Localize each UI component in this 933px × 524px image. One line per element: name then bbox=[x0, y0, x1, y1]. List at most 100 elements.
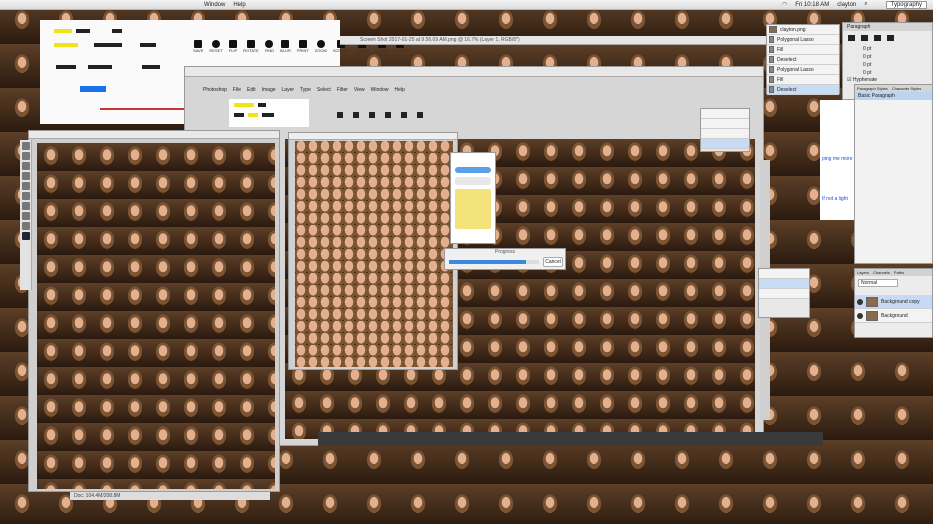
visibility-eye-icon[interactable] bbox=[857, 312, 863, 319]
system-menubar: Window Help ◠ Fri 10:18 AM clayton ⌕ Typ… bbox=[0, 0, 933, 10]
paragraph-styles-panel: Paragraph Styles Character Styles Basic … bbox=[854, 84, 933, 264]
tab-paragraph-styles[interactable]: Paragraph Styles bbox=[857, 85, 888, 92]
paragraph-align-row bbox=[843, 31, 932, 45]
progress-dialog: Progress Cancel bbox=[444, 248, 566, 270]
chat-bubble-2 bbox=[455, 177, 491, 185]
indent-left-field[interactable]: 0 pt bbox=[863, 45, 932, 53]
layers-panel: Layers Channels Paths Normal Background … bbox=[854, 268, 933, 338]
menu-layer[interactable]: Layer bbox=[282, 87, 295, 93]
reset-button[interactable]: RESET bbox=[209, 40, 223, 53]
arrange-icon[interactable] bbox=[401, 112, 407, 118]
move-tool-icon[interactable] bbox=[21, 142, 30, 150]
hyphenate-checkbox[interactable]: ☑ Hyphenate bbox=[843, 77, 932, 83]
align-right-icon[interactable] bbox=[369, 112, 375, 118]
document-center-canvas[interactable] bbox=[295, 141, 453, 367]
glitch-band bbox=[318, 432, 823, 446]
tab-character-styles[interactable]: Character Styles bbox=[892, 85, 922, 92]
document-left-canvas[interactable] bbox=[37, 143, 275, 489]
crop-tool-icon[interactable] bbox=[21, 172, 30, 180]
document-tab[interactable]: Screen Shot 2017-01-25 at 9.56.09 AM.png… bbox=[340, 36, 810, 45]
transform-icon[interactable] bbox=[417, 112, 423, 118]
workspace-switcher[interactable]: Typography bbox=[885, 0, 927, 9]
paragraph-header: Paragraph bbox=[843, 23, 932, 31]
doc-size-status: Doc: 104.4M/208.8M bbox=[70, 492, 270, 500]
marquee-tool-icon[interactable] bbox=[21, 152, 30, 160]
hand-tool-icon[interactable] bbox=[21, 212, 30, 220]
cancel-button[interactable]: Cancel bbox=[543, 257, 563, 267]
print-button[interactable]: PRINT bbox=[297, 40, 309, 53]
history-item-6[interactable]: Deselect bbox=[767, 85, 839, 95]
document-window-left bbox=[28, 130, 280, 492]
tab-paths[interactable]: Paths bbox=[894, 269, 904, 276]
menu-select[interactable]: Select bbox=[317, 87, 331, 93]
menu-window[interactable]: Window bbox=[371, 87, 389, 93]
distribute-icon[interactable] bbox=[385, 112, 391, 118]
zoom-button[interactable]: ZOOM bbox=[315, 40, 327, 53]
photoshop-menu: Photoshop File Edit Image Layer Type Sel… bbox=[203, 87, 405, 93]
alignment-icons bbox=[335, 111, 425, 119]
option-pills bbox=[52, 28, 124, 35]
color-swatch-icon[interactable] bbox=[21, 232, 30, 240]
align-center-icon[interactable] bbox=[861, 35, 868, 41]
tab-layers[interactable]: Layers bbox=[857, 269, 869, 276]
layers-mini-panel bbox=[758, 268, 810, 318]
blur-button[interactable]: BLUR bbox=[280, 40, 291, 53]
chat-bubble-1 bbox=[455, 167, 491, 173]
rotate-button[interactable]: ROTATE bbox=[243, 40, 259, 53]
type-tool-icon[interactable] bbox=[21, 202, 30, 210]
history-item-4[interactable]: Polygonal Lasso bbox=[767, 65, 839, 75]
indent-first-field[interactable]: 0 pt bbox=[863, 53, 932, 61]
zoom-tool-icon[interactable] bbox=[21, 222, 30, 230]
document-title: Screen Shot 2017-01-25 at 9.56.09 AM.png… bbox=[360, 37, 520, 43]
menu-filter[interactable]: Filter bbox=[337, 87, 348, 93]
space-after-field[interactable]: 0 pt bbox=[863, 69, 932, 77]
chat-image bbox=[455, 189, 491, 229]
menu-window[interactable]: Window bbox=[204, 2, 225, 8]
brush-tool-icon[interactable] bbox=[21, 182, 30, 190]
align-left-icon[interactable] bbox=[848, 35, 855, 41]
layer-row-background-copy[interactable]: Background copy bbox=[855, 295, 932, 309]
notification-line2: If not a light bbox=[822, 196, 848, 202]
menu-type[interactable]: Type bbox=[300, 87, 311, 93]
history-item-file[interactable]: clayton.png bbox=[767, 25, 839, 35]
progress-title: Progress bbox=[494, 249, 515, 255]
layer-row-background[interactable]: Background bbox=[855, 309, 932, 323]
history-item-5[interactable]: Fill bbox=[767, 75, 839, 85]
find-button[interactable]: FIND bbox=[265, 40, 274, 53]
save-button[interactable]: SAVE bbox=[193, 40, 203, 53]
notification-strip: ping me more If not a light bbox=[820, 100, 854, 220]
tools-panel bbox=[20, 140, 32, 290]
menu-image[interactable]: Image bbox=[262, 87, 276, 93]
wifi-icon[interactable]: ◠ bbox=[782, 1, 787, 8]
clock[interactable]: Fri 10:18 AM bbox=[795, 2, 829, 8]
blend-mode-select[interactable]: Normal bbox=[858, 279, 898, 287]
tab-channels[interactable]: Channels bbox=[873, 269, 890, 276]
menu-file[interactable]: File bbox=[233, 87, 241, 93]
menu-edit[interactable]: Edit bbox=[247, 87, 256, 93]
menu-help[interactable]: Help bbox=[394, 87, 404, 93]
flip-button[interactable]: FLIP bbox=[229, 40, 237, 53]
history-item-1[interactable]: Polygonal Lasso bbox=[767, 35, 839, 45]
history-item-2[interactable]: Fill bbox=[767, 45, 839, 55]
selected-option[interactable] bbox=[80, 86, 106, 92]
align-center-icon[interactable] bbox=[353, 112, 359, 118]
document-center-titlebar bbox=[289, 133, 457, 140]
lasso-tool-icon[interactable] bbox=[21, 162, 30, 170]
space-before-field[interactable]: 0 pt bbox=[863, 61, 932, 69]
history-panel: clayton.png Polygonal Lasso Fill Deselec… bbox=[766, 24, 840, 95]
visibility-eye-icon[interactable] bbox=[857, 298, 863, 305]
menu-view[interactable]: View bbox=[354, 87, 365, 93]
justify-icon[interactable] bbox=[887, 35, 894, 41]
document-left-titlebar bbox=[29, 131, 279, 139]
history-item-3[interactable]: Deselect bbox=[767, 55, 839, 65]
floating-tool-panel bbox=[700, 108, 750, 152]
menu-photoshop[interactable]: Photoshop bbox=[203, 87, 227, 93]
photoshop-titlebar bbox=[185, 67, 763, 77]
align-left-icon[interactable] bbox=[337, 112, 343, 118]
basic-paragraph-style[interactable]: Basic Paragraph bbox=[855, 92, 932, 100]
menu-help[interactable]: Help bbox=[233, 2, 245, 8]
user-name[interactable]: clayton bbox=[837, 2, 856, 8]
align-right-icon[interactable] bbox=[874, 35, 881, 41]
search-icon[interactable]: ⌕ bbox=[864, 1, 867, 8]
eraser-tool-icon[interactable] bbox=[21, 192, 30, 200]
